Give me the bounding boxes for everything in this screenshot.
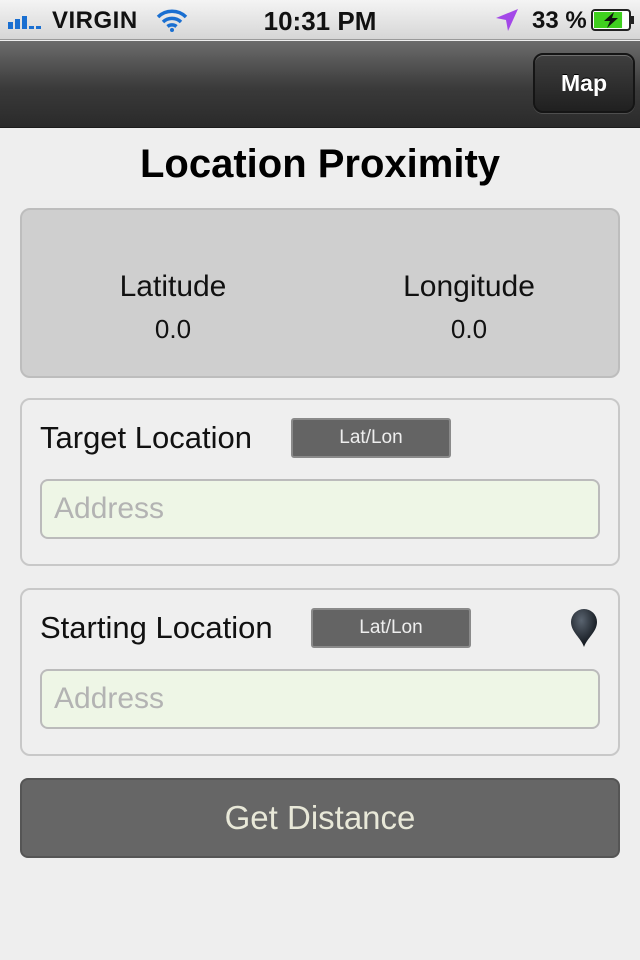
target-address-input[interactable] xyxy=(40,479,600,539)
battery-percent: 33 % xyxy=(532,7,587,34)
map-button[interactable]: Map xyxy=(533,53,635,113)
starting-location-label: Starting Location xyxy=(40,610,273,645)
battery-charging-icon xyxy=(591,9,634,31)
current-coordinates-panel: Latitude 0.0 Longitude 0.0 xyxy=(20,208,620,378)
status-bar: VIRGIN 10:31 PM 33 % xyxy=(0,0,640,40)
navigation-bar: Map xyxy=(0,41,640,128)
latitude-label: Latitude xyxy=(119,270,227,303)
starting-location-card: Starting Location Lat/Lon xyxy=(20,588,620,756)
get-distance-button[interactable]: Get Distance xyxy=(20,778,620,858)
starting-latlon-button[interactable]: Lat/Lon xyxy=(311,608,471,648)
target-location-label: Target Location xyxy=(40,420,252,455)
page-title: Location Proximity xyxy=(139,142,501,186)
longitude-label: Longitude xyxy=(403,270,535,303)
longitude-value: 0.0 xyxy=(450,314,488,344)
map-pin-icon[interactable] xyxy=(568,608,600,648)
target-location-card: Target Location Lat/Lon xyxy=(20,398,620,566)
latitude-value: 0.0 xyxy=(154,314,192,344)
starting-address-input[interactable] xyxy=(40,669,600,729)
location-arrow-icon xyxy=(496,9,518,31)
target-latlon-button[interactable]: Lat/Lon xyxy=(291,418,451,458)
